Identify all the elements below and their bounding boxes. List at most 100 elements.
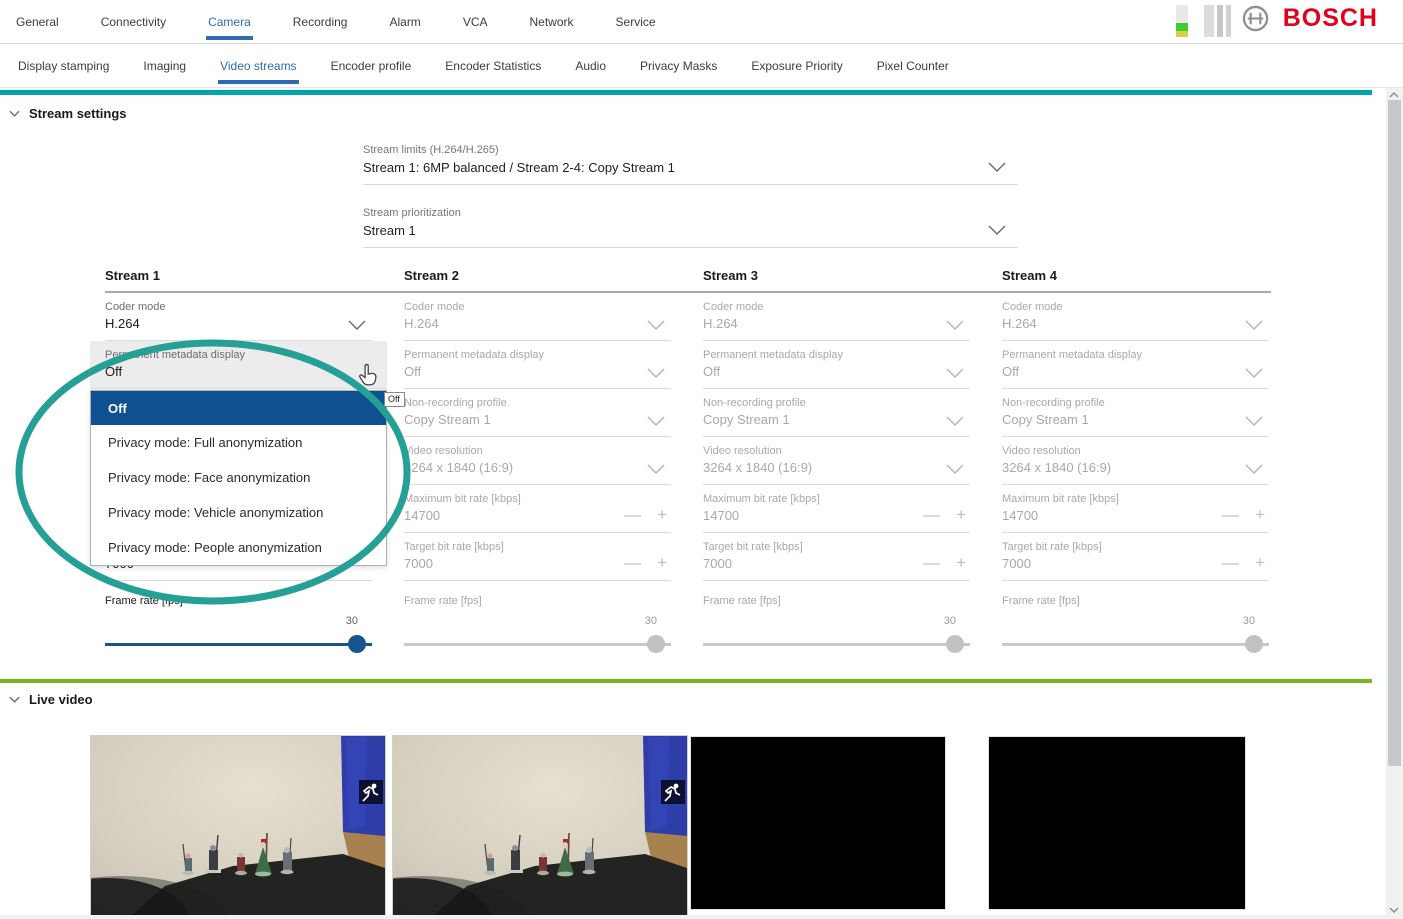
slider-thumb[interactable]	[348, 635, 366, 653]
teal-separator	[0, 90, 1372, 95]
live-preview-stream1[interactable]	[90, 735, 386, 917]
framerate-slider[interactable]	[105, 635, 372, 653]
tab-video-streams[interactable]: Video streams	[218, 46, 298, 86]
stream3-non-recording-select[interactable]: Non-recording profile Copy Stream 1	[703, 389, 970, 437]
nav-service[interactable]: Service	[614, 1, 658, 43]
tab-audio[interactable]: Audio	[573, 46, 608, 86]
dropdown-option-face-anonymization[interactable]: Privacy mode: Face anonymization	[91, 460, 386, 495]
framerate-value: 30	[105, 615, 358, 627]
field-label: Target bit rate [kbps]	[404, 541, 671, 553]
decrease-button[interactable]: —	[1222, 508, 1239, 522]
tab-display-stamping[interactable]: Display stamping	[16, 46, 111, 86]
stream3-target-bitrate-field[interactable]: Target bit rate [kbps] 7000 —+	[703, 533, 970, 581]
increase-button[interactable]: +	[1255, 508, 1265, 522]
bosch-logo-icon	[1242, 5, 1269, 32]
stream4-permanent-metadata-select[interactable]: Permanent metadata display Off	[1002, 341, 1269, 389]
nav-general[interactable]: General	[14, 1, 61, 43]
decrease-button[interactable]: —	[624, 556, 641, 570]
nav-connectivity[interactable]: Connectivity	[99, 1, 168, 43]
live-preview-stream2[interactable]	[392, 735, 688, 917]
scroll-up-icon[interactable]	[1389, 90, 1399, 100]
tab-encoder-statistics[interactable]: Encoder Statistics	[443, 46, 543, 86]
field-label: Target bit rate [kbps]	[1002, 541, 1269, 553]
tab-pixel-counter[interactable]: Pixel Counter	[875, 46, 951, 86]
chevron-down-icon[interactable]	[1245, 464, 1263, 474]
slider-thumb[interactable]	[647, 635, 665, 653]
slider-thumb[interactable]	[1245, 635, 1263, 653]
vertical-scrollbar[interactable]	[1386, 88, 1403, 919]
stream-prioritization-select[interactable]: Stream prioritization Stream 1	[363, 203, 1018, 248]
chevron-down-icon[interactable]	[988, 162, 1006, 172]
slider-thumb[interactable]	[946, 635, 964, 653]
camera-scene-figurines	[91, 736, 385, 916]
tab-encoder-profile[interactable]: Encoder profile	[329, 46, 414, 86]
chevron-down-icon[interactable]	[946, 320, 964, 330]
stream2-coder-mode-select[interactable]: Coder mode H.264	[404, 293, 671, 341]
chevron-down-icon[interactable]	[946, 368, 964, 378]
increase-button[interactable]: +	[956, 508, 966, 522]
stream3-permanent-metadata-select[interactable]: Permanent metadata display Off	[703, 341, 970, 389]
stream2-max-bitrate-field[interactable]: Maximum bit rate [kbps] 14700 —+	[404, 485, 671, 533]
decrease-button[interactable]: —	[923, 556, 940, 570]
nav-network[interactable]: Network	[528, 1, 576, 43]
stream2-non-recording-select[interactable]: Non-recording profile Copy Stream 1	[404, 389, 671, 437]
stream4-max-bitrate-field[interactable]: Maximum bit rate [kbps] 14700 —+	[1002, 485, 1269, 533]
dropdown-option-people-anonymization[interactable]: Privacy mode: People anonymization	[91, 530, 386, 565]
chevron-down-icon[interactable]	[1245, 320, 1263, 330]
dropdown-option-off[interactable]: Off	[91, 391, 386, 425]
scroll-down-icon[interactable]	[1389, 905, 1399, 915]
dropdown-option-vehicle-anonymization[interactable]: Privacy mode: Vehicle anonymization	[91, 495, 386, 530]
decrease-button[interactable]: —	[624, 508, 641, 522]
stream4-framerate: Frame rate [fps] 30	[1002, 595, 1269, 653]
decrease-button[interactable]: —	[923, 508, 940, 522]
chevron-down-icon[interactable]	[647, 368, 665, 378]
increase-button[interactable]: +	[956, 556, 966, 570]
field-value: H.264	[404, 316, 671, 331]
chevron-down-icon[interactable]	[348, 320, 366, 330]
stream2-video-resolution-select[interactable]: Video resolution 3264 x 1840 (16:9)	[404, 437, 671, 485]
chevron-down-icon[interactable]	[647, 416, 665, 426]
nav-recording[interactable]: Recording	[291, 1, 350, 43]
stream4-video-resolution-select[interactable]: Video resolution 3264 x 1840 (16:9)	[1002, 437, 1269, 485]
framerate-slider[interactable]	[703, 635, 970, 653]
scrollbar-thumb[interactable]	[1388, 100, 1401, 766]
nav-alarm[interactable]: Alarm	[387, 1, 422, 43]
nav-vca[interactable]: VCA	[461, 1, 490, 43]
stream-columns-area: Stream 1 Stream 2 Stream 3 Stream 4 Code…	[105, 268, 1271, 653]
stream-limits-select[interactable]: Stream limits (H.264/H.265) Stream 1: 6M…	[363, 140, 1018, 185]
stream1-coder-mode-select[interactable]: Coder mode H.264	[105, 293, 372, 341]
framerate-slider[interactable]	[1002, 635, 1269, 653]
live-preview-stream4[interactable]	[988, 736, 1246, 910]
bosch-wordmark: BOSCH	[1283, 4, 1378, 33]
camera-sub-navigation: Display stamping Imaging Video streams E…	[0, 45, 1403, 88]
stream1-permanent-metadata-select[interactable]: Permanent metadata display Off	[90, 341, 387, 389]
chevron-down-icon[interactable]	[988, 225, 1006, 235]
tab-imaging[interactable]: Imaging	[141, 46, 188, 86]
stream3-max-bitrate-field[interactable]: Maximum bit rate [kbps] 14700 —+	[703, 485, 970, 533]
stream3-video-resolution-select[interactable]: Video resolution 3264 x 1840 (16:9)	[703, 437, 970, 485]
stream3-coder-mode-select[interactable]: Coder mode H.264	[703, 293, 970, 341]
live-video-section-header[interactable]: Live video	[8, 692, 93, 707]
chevron-down-icon[interactable]	[1245, 416, 1263, 426]
increase-button[interactable]: +	[657, 508, 667, 522]
stream4-coder-mode-select[interactable]: Coder mode H.264	[1002, 293, 1269, 341]
stream-settings-section-header[interactable]: Stream settings	[8, 106, 127, 121]
stream4-target-bitrate-field[interactable]: Target bit rate [kbps] 7000 —+	[1002, 533, 1269, 581]
chevron-down-icon[interactable]	[1245, 368, 1263, 378]
increase-button[interactable]: +	[1255, 556, 1265, 570]
tab-exposure-priority[interactable]: Exposure Priority	[749, 46, 844, 86]
stream2-target-bitrate-field[interactable]: Target bit rate [kbps] 7000 —+	[404, 533, 671, 581]
live-preview-stream3[interactable]	[690, 736, 946, 910]
increase-button[interactable]: +	[657, 556, 667, 570]
chevron-down-icon[interactable]	[946, 416, 964, 426]
tab-privacy-masks[interactable]: Privacy Masks	[638, 46, 719, 86]
stream2-permanent-metadata-select[interactable]: Permanent metadata display Off	[404, 341, 671, 389]
dropdown-option-full-anonymization[interactable]: Privacy mode: Full anonymization	[91, 425, 386, 460]
nav-camera[interactable]: Camera	[206, 1, 253, 43]
chevron-down-icon[interactable]	[647, 320, 665, 330]
chevron-down-icon[interactable]	[647, 464, 665, 474]
framerate-slider[interactable]	[404, 635, 671, 653]
chevron-down-icon[interactable]	[946, 464, 964, 474]
decrease-button[interactable]: —	[1222, 556, 1239, 570]
stream4-non-recording-select[interactable]: Non-recording profile Copy Stream 1	[1002, 389, 1269, 437]
